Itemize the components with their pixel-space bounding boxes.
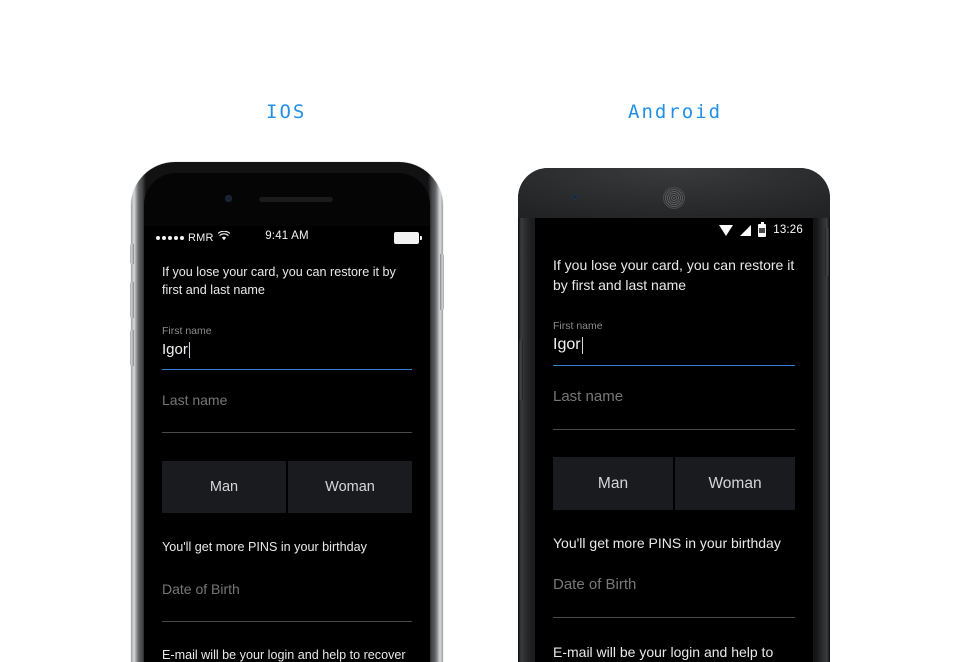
android-clock: 13:26 — [773, 224, 803, 236]
platform-caption-android: Android — [628, 101, 723, 123]
volume-button[interactable] — [519, 340, 523, 400]
email-note-text: E-mail will be your login and help to re… — [553, 644, 774, 661]
last-name-placeholder: Last name — [162, 392, 228, 409]
wifi-icon — [719, 224, 734, 236]
ios-screen: RMR 9:41 AM If you lose your card, you c… — [144, 226, 430, 662]
date-of-birth-placeholder: Date of Birth — [553, 576, 637, 594]
mute-switch-button[interactable] — [130, 244, 134, 264]
first-name-field[interactable]: First name Igor — [162, 325, 412, 371]
volume-down-button[interactable] — [130, 330, 134, 366]
ios-clock: 9:41 AM — [265, 230, 309, 242]
power-button[interactable] — [440, 254, 444, 310]
last-name-underline — [553, 429, 795, 431]
gender-segmented-control[interactable]: Man Woman — [162, 461, 412, 514]
ios-status-right — [394, 232, 422, 244]
first-name-underline-active — [553, 364, 795, 367]
birthday-hint-text: You'll get more PINS in your birthday — [553, 535, 781, 552]
restore-card-intro-text: If you lose your card, you can restore i… — [162, 265, 396, 297]
last-name-field[interactable]: Last name — [162, 392, 412, 436]
first-name-input[interactable]: Igor — [162, 340, 412, 360]
front-camera-icon — [572, 194, 578, 200]
battery-icon — [394, 232, 422, 244]
ios-registration-form: If you lose your card, you can restore i… — [144, 248, 430, 662]
earpiece-speaker-icon — [663, 187, 685, 209]
date-of-birth-underline — [162, 621, 412, 623]
platform-caption-ios: IOS — [266, 101, 307, 123]
battery-icon — [758, 221, 767, 237]
android-registration-form: If you lose your card, you can restore i… — [535, 242, 813, 662]
earpiece-speaker-icon — [259, 197, 333, 202]
android-status-bar: 13:26 — [535, 218, 813, 242]
last-name-underline — [162, 432, 412, 434]
last-name-placeholder: Last name — [553, 388, 624, 406]
first-name-label: First name — [553, 319, 603, 332]
front-camera-icon — [225, 195, 232, 202]
date-of-birth-field[interactable]: Date of Birth — [553, 576, 795, 621]
first-name-underline-active — [162, 368, 412, 371]
birthday-hint-text: You'll get more PINS in your birthday — [162, 540, 367, 555]
text-cursor — [188, 341, 191, 358]
signal-icon — [740, 224, 752, 236]
gender-option-man[interactable]: Man — [162, 461, 286, 514]
date-of-birth-field[interactable]: Date of Birth — [162, 581, 412, 625]
first-name-label: First name — [162, 324, 212, 337]
gender-segmented-control[interactable]: Man Woman — [553, 457, 795, 511]
first-name-input[interactable]: Igor — [553, 335, 795, 356]
ios-status-bar: RMR 9:41 AM — [144, 226, 430, 248]
android-screen: 13:26 If you lose your card, you can res… — [535, 218, 813, 662]
gender-option-man[interactable]: Man — [553, 457, 673, 511]
last-name-field[interactable]: Last name — [553, 388, 795, 433]
date-of-birth-underline — [553, 617, 795, 619]
gender-option-woman[interactable]: Woman — [288, 461, 412, 514]
date-of-birth-placeholder: Date of Birth — [162, 581, 240, 598]
gender-option-woman[interactable]: Woman — [675, 457, 795, 511]
text-cursor — [581, 336, 584, 354]
volume-up-button[interactable] — [130, 282, 134, 318]
first-name-value: Igor — [553, 336, 581, 354]
android-device-frame: 13:26 If you lose your card, you can res… — [518, 168, 830, 662]
first-name-field[interactable]: First name Igor — [553, 320, 795, 367]
first-name-value: Igor — [162, 341, 188, 359]
restore-card-intro-text: If you lose your card, you can restore i… — [553, 257, 795, 293]
email-note-text: E-mail will be your login and help to re… — [162, 648, 406, 662]
iphone-device-frame: RMR 9:41 AM If you lose your card, you c… — [130, 162, 444, 662]
power-button[interactable] — [825, 228, 829, 276]
